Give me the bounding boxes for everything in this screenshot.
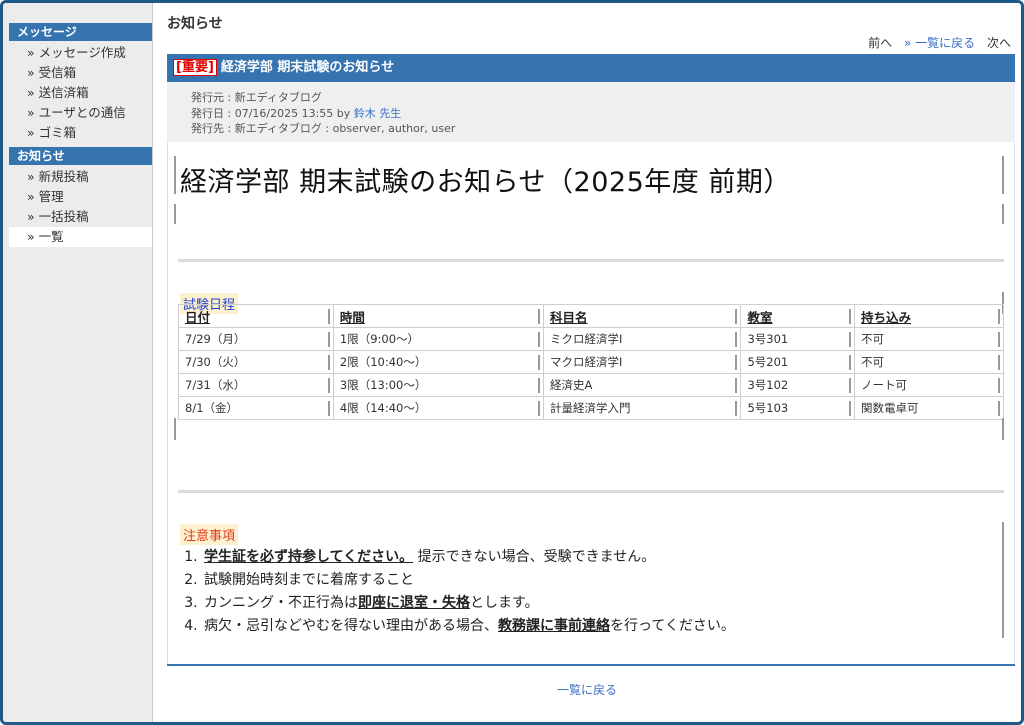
table-cell: 3号102 bbox=[740, 373, 856, 397]
notice-meta: 発行元 : 新エディタブログ 発行日 : 07/16/2025 13:55 by… bbox=[167, 82, 1015, 137]
prev-link[interactable]: 前へ bbox=[868, 36, 892, 50]
table-cell: 5号103 bbox=[740, 396, 856, 420]
meta-to: 発行先 : 新エディタブログ : observer, author, user bbox=[191, 122, 456, 135]
list-item: 試験開始時刻までに着席すること bbox=[202, 569, 1004, 592]
editor-bar bbox=[1002, 204, 1004, 224]
meta-date: 発行日 : 07/16/2025 13:55 by bbox=[191, 106, 351, 120]
note-emphasis: 学生証を必ず持参してください。 bbox=[204, 549, 414, 565]
schedule-table: 日付 時間 科目名 教室 持ち込み 7/29（月） 1限（9:00〜） ミクロ経… bbox=[178, 304, 1004, 420]
author-link[interactable]: 鈴木 先生 bbox=[354, 107, 402, 120]
notes-list: 学生証を必ず持参してください。 提示できない場合、受験できません。 試験開始時刻… bbox=[180, 546, 1004, 638]
page-title: お知らせ bbox=[167, 16, 223, 32]
pager: 前へ » 一覧に戻る 次へ bbox=[860, 34, 1011, 51]
table-cell: ノート可 bbox=[854, 373, 1004, 397]
main-area: お知らせ 前へ » 一覧に戻る 次へ [重要] 経済学部 期末試験のお知らせ 発行… bbox=[153, 3, 1021, 722]
sidebar-item-inbox[interactable]: » 受信箱 bbox=[9, 63, 152, 83]
list-item: カンニング・不正行為は即座に退室・失格とします。 bbox=[202, 592, 1004, 615]
sidebar-item-trash[interactable]: » ゴミ箱 bbox=[9, 123, 152, 143]
table-header-row: 日付 時間 科目名 教室 持ち込み bbox=[178, 304, 1004, 328]
table-cell: 8/1（金） bbox=[178, 396, 334, 420]
list-item: 病欠・忌引などやむを得ない理由がある場合、教務課に事前連絡を行ってください。 bbox=[202, 615, 1004, 638]
list-item: 学生証を必ず持参してください。 提示できない場合、受験できません。 bbox=[202, 546, 1004, 569]
notice-heading: 経済学部 期末試験のお知らせ bbox=[220, 60, 395, 75]
table-cell: 計量経済学入門 bbox=[542, 396, 742, 420]
sidebar-item-new-post[interactable]: » 新規投稿 bbox=[9, 167, 152, 187]
notice-header: [重要] 経済学部 期末試験のお知らせ bbox=[167, 54, 1015, 82]
sidebar-item-user-communication[interactable]: » ユーザとの通信 bbox=[9, 103, 152, 123]
note-text: を行ってください。 bbox=[610, 618, 735, 634]
editor-bar bbox=[174, 204, 176, 224]
back-to-list-link[interactable]: » 一覧に戻る bbox=[904, 36, 975, 50]
table-cell: 不可 bbox=[854, 327, 1004, 351]
sidebar-item-sent[interactable]: » 送信済箱 bbox=[9, 83, 152, 103]
next-link[interactable]: 次へ bbox=[987, 36, 1011, 50]
column-header: 科目名 bbox=[542, 304, 742, 328]
table-cell: マクロ経済学I bbox=[542, 350, 742, 374]
column-header: 持ち込み bbox=[854, 304, 1004, 328]
divider bbox=[178, 259, 1004, 262]
important-badge: [重要] bbox=[173, 59, 217, 76]
bottom-back-to-list-link[interactable]: 一覧に戻る bbox=[557, 681, 617, 698]
table-cell: 関数電卓可 bbox=[854, 396, 1004, 420]
notice-big-title: 経済学部 期末試験のお知らせ（2025年度 前期） bbox=[180, 167, 791, 198]
editor-bar bbox=[174, 418, 176, 440]
sidebar-header-messages: メッセージ bbox=[9, 23, 152, 41]
note-emphasis: 教務課に事前連絡 bbox=[498, 618, 610, 634]
sidebar-item-compose[interactable]: » メッセージ作成 bbox=[9, 43, 152, 63]
sidebar-item-manage[interactable]: » 管理 bbox=[9, 187, 152, 207]
table-cell: 不可 bbox=[854, 350, 1004, 374]
table-cell: 2限（10:40〜） bbox=[332, 350, 544, 374]
table-cell: 7/31（水） bbox=[178, 373, 334, 397]
meta-from: 発行元 : 新エディタブログ bbox=[191, 91, 322, 104]
editor-bar bbox=[1002, 418, 1004, 440]
column-header: 教室 bbox=[740, 304, 856, 328]
note-text: カンニング・不正行為は bbox=[204, 595, 358, 611]
table-cell: 7/29（月） bbox=[178, 327, 334, 351]
app-frame: メッセージ » メッセージ作成 » 受信箱 » 送信済箱 » ユーザとの通信 »… bbox=[0, 0, 1024, 725]
meta-date-row: 発行日 : 07/16/2025 13:55 by 鈴木 先生 bbox=[191, 106, 1015, 122]
table-cell: 7/30（火） bbox=[178, 350, 334, 374]
editor-bar bbox=[1002, 156, 1004, 194]
table-row: 7/29（月） 1限（9:00〜） ミクロ経済学I 3号301 不可 bbox=[178, 327, 1004, 351]
note-emphasis: 即座に退室・失格 bbox=[358, 595, 470, 611]
table-cell: 3限（13:00〜） bbox=[332, 373, 544, 397]
notice-body: 経済学部 期末試験のお知らせ（2025年度 前期） 試験日程 日付 時間 科目名… bbox=[167, 142, 1015, 664]
notes-label: 注意事項 bbox=[180, 524, 239, 545]
table-cell: 5号201 bbox=[740, 350, 856, 374]
sidebar-header-notices: お知らせ bbox=[9, 147, 152, 165]
table-cell: ミクロ経済学I bbox=[542, 327, 742, 351]
table-row: 7/31（水） 3限（13:00〜） 経済史A 3号102 ノート可 bbox=[178, 373, 1004, 397]
sidebar-item-list[interactable]: » 一覧 bbox=[9, 227, 152, 247]
table-row: 7/30（火） 2限（10:40〜） マクロ経済学I 5号201 不可 bbox=[178, 350, 1004, 374]
table-row: 8/1（金） 4限（14:40〜） 計量経済学入門 5号103 関数電卓可 bbox=[178, 396, 1004, 420]
table-cell: 経済史A bbox=[542, 373, 742, 397]
sidebar-item-bulk-post[interactable]: » 一括投稿 bbox=[9, 207, 152, 227]
notice-panel: [重要] 経済学部 期末試験のお知らせ 発行元 : 新エディタブログ 発行日 : … bbox=[167, 54, 1015, 666]
editor-bar bbox=[174, 156, 176, 194]
sidebar: メッセージ » メッセージ作成 » 受信箱 » 送信済箱 » ユーザとの通信 »… bbox=[3, 3, 153, 722]
note-text: 病欠・忌引などやむを得ない理由がある場合、 bbox=[204, 618, 498, 634]
divider bbox=[178, 490, 1004, 493]
note-text: 提示できない場合、受験できません。 bbox=[417, 549, 656, 565]
table-cell: 3号301 bbox=[740, 327, 856, 351]
column-header: 時間 bbox=[332, 304, 544, 328]
table-cell: 1限（9:00〜） bbox=[332, 327, 544, 351]
column-header: 日付 bbox=[178, 304, 334, 328]
note-text: とします。 bbox=[470, 595, 539, 611]
table-cell: 4限（14:40〜） bbox=[332, 396, 544, 420]
